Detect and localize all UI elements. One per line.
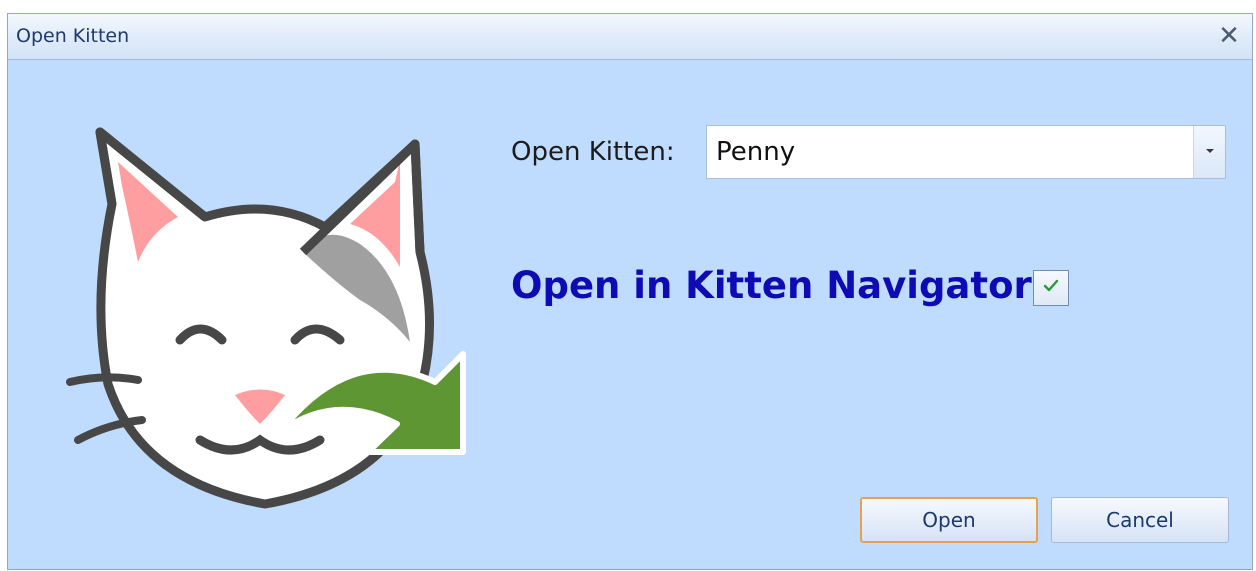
- window-title: Open Kitten: [16, 25, 130, 47]
- dropdown-arrow-icon[interactable]: [1193, 126, 1225, 178]
- kitten-select-value: Penny: [716, 137, 796, 167]
- kitten-select[interactable]: Penny: [706, 125, 1226, 179]
- cancel-button[interactable]: Cancel: [1051, 497, 1229, 543]
- title-bar[interactable]: Open Kitten ✕: [8, 14, 1252, 60]
- open-button[interactable]: Open: [860, 497, 1038, 543]
- open-kitten-dialog: Open Kitten ✕ Open Kitten: Penny Open in…: [7, 13, 1253, 570]
- open-in-navigator-checkbox[interactable]: [1033, 270, 1069, 306]
- close-button[interactable]: ✕: [1212, 19, 1246, 53]
- open-in-navigator-label[interactable]: Open in Kitten Navigator: [511, 264, 1032, 307]
- cat-face-with-open-arrow-icon: [66, 127, 466, 509]
- close-icon: ✕: [1218, 21, 1240, 51]
- kitten-select-label: Open Kitten:: [511, 137, 675, 167]
- checkmark-icon: [1043, 279, 1059, 292]
